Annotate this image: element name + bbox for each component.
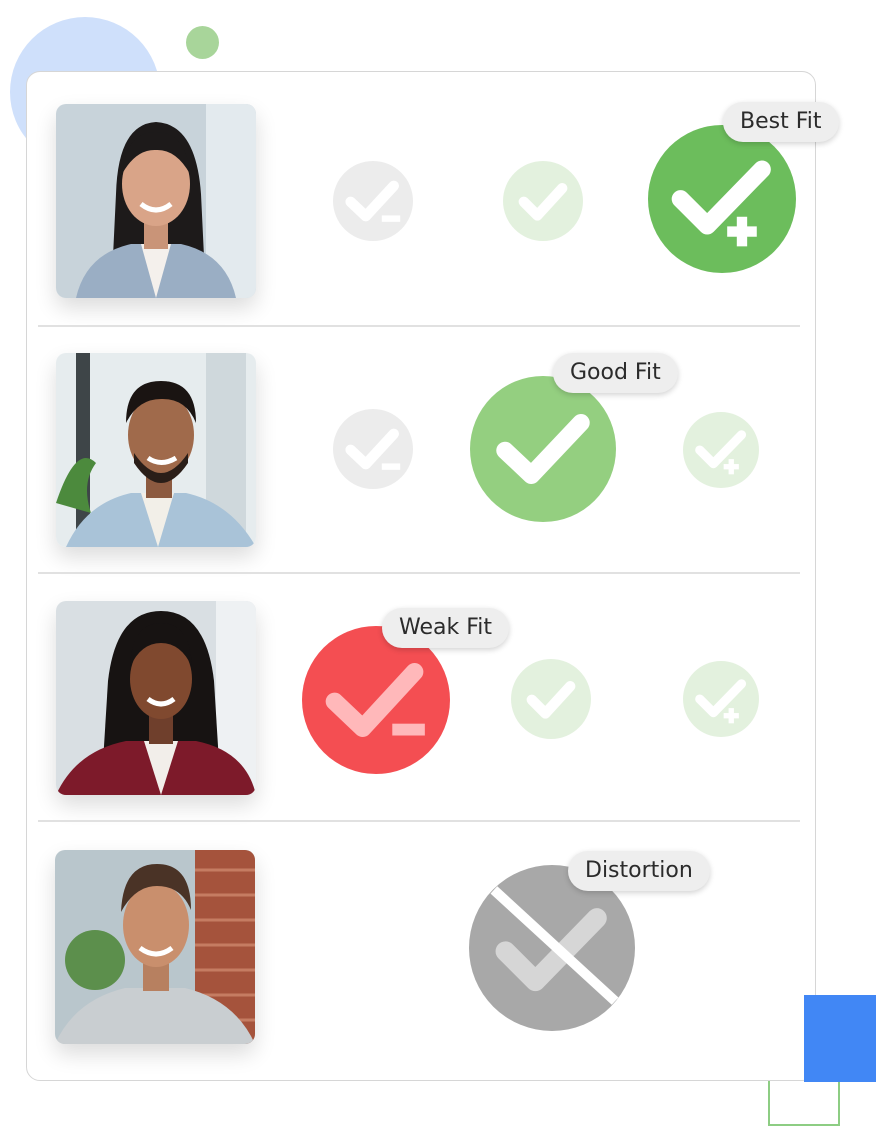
fit-badge: Distortion [568, 851, 710, 891]
fit-badge: Best Fit [723, 102, 839, 142]
candidate-row-good-fit: Good Fit [27, 327, 815, 574]
fit-badge: Weak Fit [382, 608, 510, 648]
candidate-photo [56, 601, 256, 795]
candidate-row-distortion: Distortion [27, 822, 815, 1080]
plus-check-icon[interactable] [648, 125, 796, 273]
fit-rating-card: Best Fit Good Fit Weak Fit Distortion [26, 71, 839, 1081]
minus-check-icon[interactable] [333, 409, 413, 489]
candidate-photo [56, 104, 256, 298]
plus-check-icon[interactable] [683, 661, 759, 737]
check-icon[interactable] [503, 161, 583, 241]
check-icon[interactable] [470, 376, 616, 522]
check-icon[interactable] [511, 659, 591, 739]
candidate-row-weak-fit: Weak Fit [27, 574, 815, 820]
candidate-photo [55, 850, 255, 1044]
decorative-green-dot [186, 26, 219, 59]
minus-check-icon[interactable] [302, 626, 450, 774]
fit-badge: Good Fit [553, 353, 678, 393]
candidate-photo [56, 353, 256, 547]
candidate-row-best-fit: Best Fit [27, 72, 839, 326]
decorative-blue-square [804, 995, 876, 1082]
plus-check-icon[interactable] [683, 412, 759, 488]
minus-check-icon[interactable] [333, 161, 413, 241]
